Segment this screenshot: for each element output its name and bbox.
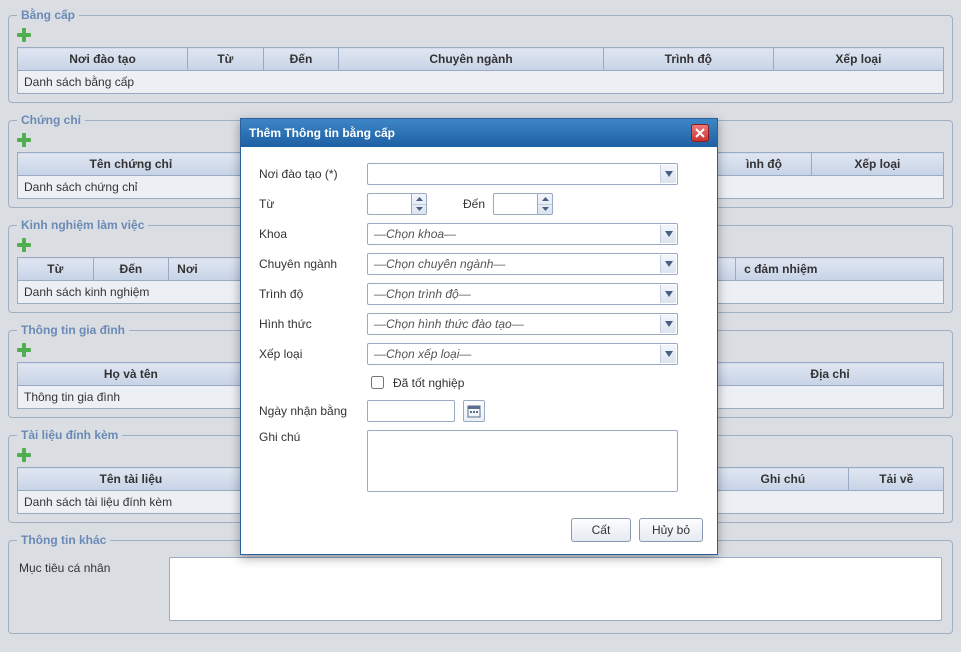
chevron-down-icon: [660, 255, 676, 273]
spinner-input[interactable]: [367, 193, 411, 215]
combo-noidaotao[interactable]: [367, 163, 678, 185]
calendar-icon[interactable]: [463, 400, 485, 422]
spin-up-icon[interactable]: [538, 194, 552, 205]
col-header: Đến: [263, 48, 339, 71]
combo-placeholder: —Chọn trình độ—: [374, 287, 471, 301]
empty-row: Danh sách bằng cấp: [18, 71, 944, 94]
dialog-them-bangcap: Thêm Thông tin bằng cấp Nơi đào tạo (*) …: [240, 118, 718, 555]
label-den: Đến: [463, 197, 485, 211]
col-header: c đảm nhiệm: [736, 258, 944, 281]
panel-legend: Thông tin khác: [17, 533, 110, 547]
col-header: Xếp loại: [773, 48, 943, 71]
combo-placeholder: —Chọn khoa—: [374, 227, 456, 241]
combo-placeholder: —Chọn hình thức đào tạo—: [374, 317, 524, 331]
col-header: Địa chỉ: [717, 363, 944, 386]
combo-khoa[interactable]: —Chọn khoa—: [367, 223, 678, 245]
col-header: Tên tài liệu: [18, 468, 245, 491]
label-noidaotao: Nơi đào tạo (*): [259, 167, 367, 181]
col-header: Tên chứng chỉ: [18, 153, 245, 176]
dialog-title: Thêm Thông tin bằng cấp: [249, 126, 395, 140]
label-hinhthuc: Hình thức: [259, 317, 367, 331]
spin-down-icon[interactable]: [538, 205, 552, 215]
combo-trinhdo[interactable]: —Chọn trình độ—: [367, 283, 678, 305]
col-header: Từ: [18, 258, 94, 281]
spinner-input[interactable]: [493, 193, 537, 215]
col-header: Trình độ: [603, 48, 773, 71]
col-header: Ghi chú: [717, 468, 849, 491]
chevron-down-icon: [660, 285, 676, 303]
save-button[interactable]: Cất: [571, 518, 631, 542]
chevron-down-icon: [660, 315, 676, 333]
close-icon[interactable]: [691, 124, 709, 142]
spinner-den[interactable]: [493, 193, 553, 215]
add-icon[interactable]: [17, 343, 31, 357]
chevron-down-icon: [660, 165, 676, 183]
grid-bangcap: Nơi đào tạo Từ Đến Chuyên ngành Trình độ…: [17, 47, 944, 94]
spinner-tu[interactable]: [367, 193, 427, 215]
panel-bangcap: Bằng cấp Nơi đào tạo Từ Đến Chuyên ngành…: [8, 8, 953, 103]
label-trinhdo: Trình độ: [259, 287, 367, 301]
chevron-down-icon: [660, 225, 676, 243]
col-header: ình độ: [717, 153, 811, 176]
panel-legend: Thông tin gia đình: [17, 323, 129, 337]
combo-chuyennganh[interactable]: —Chọn chuyên ngành—: [367, 253, 678, 275]
col-header: Nơi đào tạo: [18, 48, 188, 71]
spin-down-icon[interactable]: [412, 205, 426, 215]
date-ngaynhanbang[interactable]: [367, 400, 455, 422]
label-datotnghiep: Đã tốt nghiệp: [393, 376, 464, 390]
muctieu-textarea[interactable]: [169, 557, 942, 621]
panel-legend: Bằng cấp: [17, 8, 79, 22]
combo-hinhthuc[interactable]: —Chọn hình thức đào tạo—: [367, 313, 678, 335]
col-header: Tải về: [849, 468, 944, 491]
add-icon[interactable]: [17, 133, 31, 147]
combo-placeholder: —Chọn chuyên ngành—: [374, 257, 505, 271]
checkbox-datotnghiep[interactable]: [371, 376, 384, 389]
cancel-button[interactable]: Hủy bỏ: [639, 518, 703, 542]
col-header: Chuyên ngành: [339, 48, 604, 71]
combo-placeholder: —Chọn xếp loại—: [374, 347, 471, 361]
chevron-down-icon: [660, 345, 676, 363]
panel-legend: Kinh nghiệm làm việc: [17, 218, 148, 232]
textarea-ghichu[interactable]: [367, 430, 678, 492]
label-chuyennganh: Chuyên ngành: [259, 257, 367, 271]
spin-up-icon[interactable]: [412, 194, 426, 205]
col-header: Từ: [188, 48, 264, 71]
col-header: Họ và tên: [18, 363, 245, 386]
add-icon[interactable]: [17, 238, 31, 252]
add-icon[interactable]: [17, 448, 31, 462]
muctieu-label: Mục tiêu cá nhân: [19, 557, 159, 575]
label-ghichu: Ghi chú: [259, 430, 367, 444]
col-header: Xếp loại: [811, 153, 943, 176]
panel-legend: Chứng chỉ: [17, 113, 85, 127]
dialog-header[interactable]: Thêm Thông tin bằng cấp: [241, 119, 717, 147]
label-xeploai: Xếp loại: [259, 347, 367, 361]
combo-xeploai[interactable]: —Chọn xếp loại—: [367, 343, 678, 365]
add-icon[interactable]: [17, 28, 31, 42]
col-header: Đến: [93, 258, 169, 281]
label-tu: Từ: [259, 197, 367, 211]
label-ngaynhanbang: Ngày nhận bằng: [259, 404, 367, 418]
panel-legend: Tài liệu đính kèm: [17, 428, 122, 442]
label-khoa: Khoa: [259, 227, 367, 241]
